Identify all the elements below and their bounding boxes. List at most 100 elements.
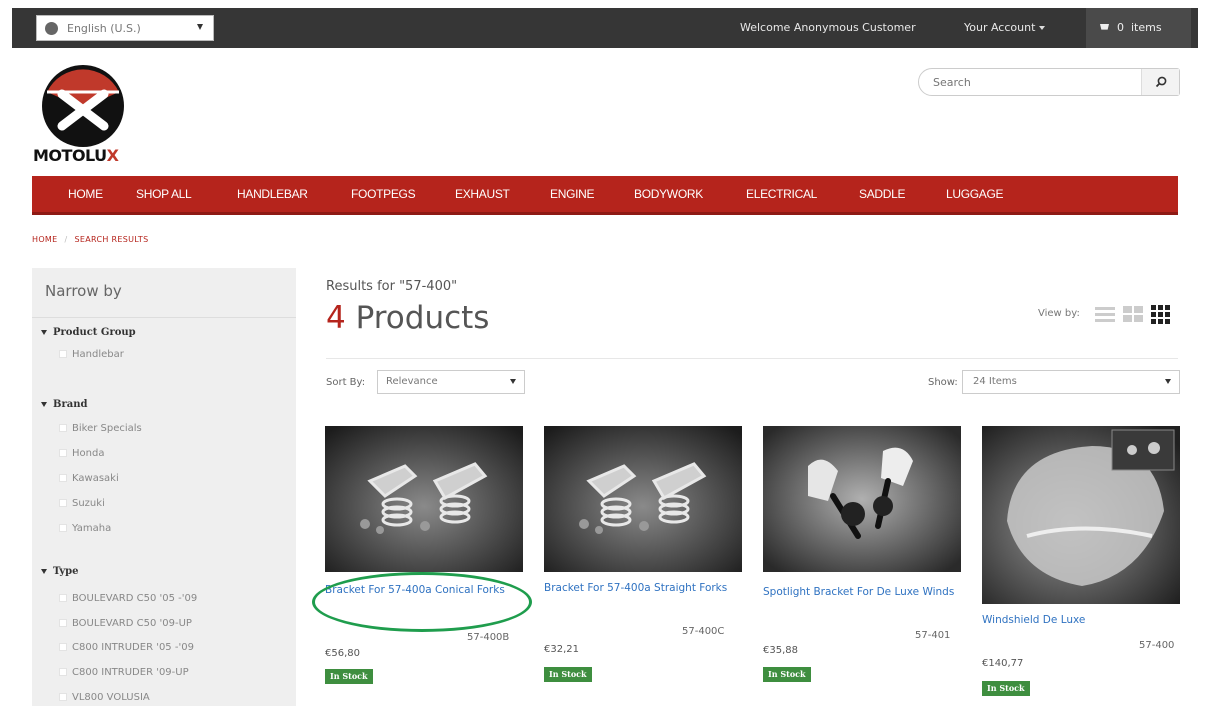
facet-product-group[interactable]: Product Group: [41, 327, 136, 338]
search-icon: [1155, 76, 1166, 88]
welcome-text: Welcome Anonymous Customer: [740, 21, 916, 34]
results-count-number: 4: [326, 300, 346, 336]
product-card: Spotlight Bracket For De Luxe Winds 57-4…: [763, 426, 961, 682]
filter-sidebar: Narrow by Product Group Handlebar Brand …: [32, 268, 296, 706]
caret-down-icon: [41, 330, 47, 335]
facet-option[interactable]: BOULEVARD C50 '09-UP: [59, 618, 192, 629]
facet-type[interactable]: Type: [41, 566, 79, 577]
checkbox[interactable]: [59, 350, 67, 358]
facet-option-label: Handlebar: [72, 349, 124, 360]
facet-option[interactable]: Yamaha: [59, 523, 111, 534]
nav-item-bodywork[interactable]: BODYWORK: [634, 176, 703, 212]
checkbox[interactable]: [59, 424, 67, 432]
checkbox[interactable]: [59, 474, 67, 482]
facet-label: Product Group: [53, 327, 136, 338]
results-count: 4 Products: [326, 300, 489, 336]
language-label: English (U.S.): [67, 21, 141, 35]
results-count-label: Products: [355, 300, 490, 336]
search-input[interactable]: [933, 74, 1133, 91]
nav-item-handlebar[interactable]: HANDLEBAR: [237, 176, 308, 212]
checkbox[interactable]: [59, 449, 67, 457]
chevron-down-icon: [1039, 26, 1046, 30]
product-title-link[interactable]: Spotlight Bracket For De Luxe Winds: [763, 584, 959, 600]
account-menu[interactable]: Your Account: [964, 8, 1046, 48]
top-bar: English (U.S.) Welcome Anonymous Custome…: [0, 0, 1205, 52]
checkbox[interactable]: [59, 693, 67, 701]
sort-value: Relevance: [386, 376, 438, 387]
nav-item-home[interactable]: HOME: [68, 176, 103, 212]
view-by-label: View by:: [1038, 308, 1080, 319]
cart-count: 0: [1117, 21, 1124, 34]
checkbox[interactable]: [59, 499, 67, 507]
chevron-down-icon: [510, 379, 516, 384]
checkbox[interactable]: [59, 524, 67, 532]
facet-option[interactable]: C800 INTRUDER '09-UP: [59, 667, 189, 678]
product-image[interactable]: [763, 426, 961, 572]
nav-item-saddle[interactable]: SADDLE: [859, 176, 906, 212]
nav-item-footpegs[interactable]: FOOTPEGS: [351, 176, 416, 212]
product-card: Bracket For 57-400a Straight Forks 57-40…: [544, 426, 742, 682]
facet-option[interactable]: Biker Specials: [59, 423, 142, 434]
facet-option[interactable]: VL800 VOLUSIA: [59, 692, 150, 703]
divider: [32, 317, 296, 318]
facet-option[interactable]: Honda: [59, 448, 104, 459]
facet-option-label: BOULEVARD C50 '09-UP: [72, 618, 192, 629]
facet-option[interactable]: Kawasaki: [59, 473, 119, 484]
sort-select[interactable]: Relevance: [377, 370, 525, 394]
facet-label: Brand: [53, 399, 88, 410]
chevron-down-icon: [197, 24, 203, 30]
grid-view-icon[interactable]: [1122, 304, 1144, 324]
product-price: €140,77: [982, 658, 1024, 669]
show-label: Show:: [928, 377, 958, 388]
stock-badge: In Stock: [763, 667, 811, 682]
highlight-annotation: [312, 572, 532, 632]
product-image[interactable]: [982, 426, 1180, 604]
caret-down-icon: [41, 402, 47, 407]
cart-icon: [1100, 24, 1109, 30]
search-button[interactable]: [1141, 69, 1179, 95]
facet-option-label: Kawasaki: [72, 473, 119, 484]
product-sku: 57-400C: [682, 626, 725, 637]
list-view-icon[interactable]: [1094, 304, 1116, 324]
nav-item-shop-all[interactable]: SHOP ALL: [136, 176, 192, 212]
checkbox[interactable]: [59, 668, 67, 676]
globe-icon: [45, 21, 58, 35]
nav-item-luggage[interactable]: LUGGAGE: [946, 176, 1004, 212]
language-select[interactable]: English (U.S.): [36, 15, 214, 41]
chevron-down-icon: [1165, 379, 1171, 384]
checkbox[interactable]: [59, 594, 67, 602]
sort-label: Sort By:: [326, 377, 366, 388]
facet-option-label: C800 INTRUDER '05 -'09: [72, 642, 194, 653]
product-sku: 57-401: [915, 630, 951, 641]
facet-label: Type: [53, 566, 79, 577]
product-title-link[interactable]: Windshield De Luxe: [982, 612, 1178, 628]
search-box: [918, 68, 1180, 96]
facet-option-label: Honda: [72, 448, 105, 459]
facet-option-label: Yamaha: [72, 523, 112, 534]
facet-option[interactable]: C800 INTRUDER '05 -'09: [59, 642, 194, 653]
breadcrumb: HOME / SEARCH RESULTS: [32, 235, 148, 244]
facet-option[interactable]: Handlebar: [59, 349, 124, 360]
dense-grid-view-icon[interactable]: [1150, 304, 1172, 324]
stock-badge: In Stock: [982, 681, 1030, 696]
facet-option[interactable]: Suzuki: [59, 498, 105, 509]
page-size-select[interactable]: 24 Items: [962, 370, 1180, 394]
checkbox[interactable]: [59, 619, 67, 627]
logo-wordmark: MOTOLUX: [33, 146, 119, 165]
product-image[interactable]: [544, 426, 742, 572]
cart-button[interactable]: 0 items: [1086, 8, 1191, 48]
breadcrumb-home[interactable]: HOME: [32, 235, 57, 244]
product-image[interactable]: [325, 426, 523, 572]
facet-brand[interactable]: Brand: [41, 399, 87, 410]
product-price: €56,80: [325, 648, 360, 659]
facet-option[interactable]: BOULEVARD C50 '05 -'09: [59, 593, 197, 604]
logo-text-dark: MOTOLU: [33, 146, 107, 165]
nav-item-engine[interactable]: ENGINE: [550, 176, 595, 212]
logo-text-red: X: [106, 146, 119, 165]
nav-item-exhaust[interactable]: EXHAUST: [455, 176, 510, 212]
facet-option-label: Biker Specials: [72, 423, 142, 434]
checkbox[interactable]: [59, 643, 67, 651]
nav-item-electrical[interactable]: ELECTRICAL: [746, 176, 817, 212]
facet-option-label: BOULEVARD C50 '05 -'09: [72, 593, 198, 604]
product-title-link[interactable]: Bracket For 57-400a Straight Forks: [544, 580, 740, 596]
